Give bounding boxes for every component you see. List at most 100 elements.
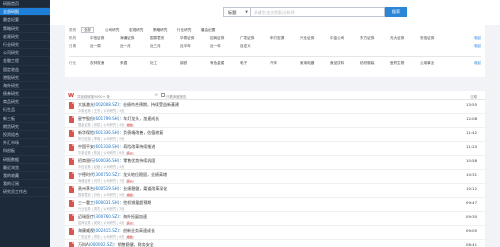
filter-chip[interactable]: 纺织服装 <box>360 61 374 66</box>
report-meta: 兴业证券 | 周杰 | 公司研究 | 3页 <box>78 206 124 211</box>
report-row[interactable]: 星宇股份(601799.SH)：车灯龙头，加速成长 国金证券 | 张斌 | 公司研… <box>65 114 485 128</box>
report-meta: 国泰君安 | 孙伟 | 公司研究 | 5页 增持 <box>78 192 134 197</box>
sidebar-item[interactable]: 港股研究 <box>0 74 50 82</box>
sidebar-item[interactable]: 外汇市场 <box>0 139 50 148</box>
filter-chip[interactable]: 全部 <box>81 27 94 33</box>
report-row[interactable]: 宁德时代(300750.SZ)：龙头地位稳固，业绩高增 海通证券 | 刘洋 | 公… <box>65 170 485 184</box>
filter-chip[interactable]: 近一月 <box>120 44 131 49</box>
sidebar-item[interactable]: 研报首页 <box>0 0 50 9</box>
filter-chip[interactable]: 化工 <box>150 61 157 66</box>
pdf-icon <box>69 214 74 221</box>
filter-chip[interactable]: 华泰证券 <box>180 36 194 41</box>
report-time: 13:55 <box>466 102 477 107</box>
report-time: 10:58 <box>466 158 477 163</box>
filter-chip[interactable]: 中金公司 <box>330 36 344 41</box>
filter-chip[interactable]: 近半年 <box>180 44 191 49</box>
filter-chip[interactable]: 近一年 <box>210 44 221 49</box>
pdf-icon <box>69 144 74 151</box>
filter-chip[interactable]: 海通证券 <box>120 36 134 41</box>
filter-chip[interactable]: 近三月 <box>150 44 161 49</box>
filter-chip[interactable]: 安信证券 <box>420 36 434 41</box>
sidebar-item[interactable]: 科创板 <box>0 147 50 156</box>
report-row[interactable]: 万科A(000002.SZ)：销售稳健，财务安全东方证券 | 冯涛 | 公司研究… <box>65 240 485 247</box>
sidebar-item[interactable]: 最近浏览 <box>0 164 50 172</box>
rating-badge: 增持 <box>125 234 134 239</box>
report-row[interactable]: 大族激光(002008.SZ)：业绩符合预期，持续受益新基建 中泰证券 | 王芳 … <box>65 100 485 114</box>
filter-row-date: 日期 近一周 近一月 近三月 近半年 近一年 自定义 收起 <box>65 42 485 51</box>
filter-chip[interactable]: 国泰君安 <box>150 36 164 41</box>
filter-chip[interactable]: 近一周 <box>90 44 101 49</box>
filter-chip[interactable]: 光大证券 <box>390 36 404 41</box>
filter-chip[interactable]: 兴业证券 <box>300 36 314 41</box>
filter-toggle-link[interactable]: 收起 <box>474 44 481 49</box>
report-row[interactable]: 贵州茅台(600519.SH)：业绩稳健，渠道改革深化 国泰君安 | 孙伟 | 公… <box>65 184 485 198</box>
company-name: 宁德时代 <box>78 171 94 177</box>
filter-chip[interactable]: 有色金属 <box>210 61 224 66</box>
sidebar-item[interactable]: 晨会纪要 <box>0 16 50 25</box>
sidebar-item[interactable]: 策略研究 <box>0 25 50 33</box>
filter-chip[interactable]: 宏观研究 <box>129 28 143 33</box>
search-input[interactable]: 关键字/全文检索/分析师 <box>251 7 385 17</box>
list-header: W 共找到研报5000+ 条 ⟳ 只看深度报告 日期 <box>65 91 485 100</box>
report-row[interactable]: 海康威视(002415.SZ)：创新业务高速成长 广发证券 | 郑凯 | 公司研究… <box>65 226 485 240</box>
filter-chip[interactable]: 食品饮料 <box>330 61 344 66</box>
filter-chip[interactable]: 医药生物 <box>390 61 404 66</box>
filter-chip[interactable]: 东方证券 <box>360 36 374 41</box>
report-row[interactable]: 迈瑞医疗(300760.SZ)：海外拓展加速 招商证券 | 吴昊 | 公司研究 |… <box>65 212 485 226</box>
filter-chip[interactable]: 钢铁 <box>180 61 187 66</box>
search-type-select[interactable]: 标题 ▼ <box>223 7 251 17</box>
report-meta-text: 海通证券 | 刘洋 | 公司研究 | 7页 <box>78 178 125 183</box>
sidebar-item[interactable]: 商品研究 <box>0 98 50 107</box>
report-headline: ：零售优势持续巩固 <box>119 157 156 163</box>
filter-chip[interactable]: 招商证券 <box>210 36 224 41</box>
report-meta-text: 华泰证券 | 陈晨 | 公司研究 | 6页 <box>78 150 125 155</box>
filter-chip[interactable]: 汽车 <box>270 61 277 66</box>
sidebar-item[interactable]: 固定收益 <box>0 66 50 74</box>
sidebar-item[interactable]: 行业研究 <box>0 41 50 50</box>
filter-chip[interactable]: 公用事业 <box>420 61 434 66</box>
deep-report-checkbox[interactable] <box>161 93 165 97</box>
pdf-icon <box>69 130 74 137</box>
report-row[interactable]: 新华保险(601336.SH)：负债端改善，估值修复 申万宏源 | 李明 | 公司… <box>65 128 485 142</box>
sidebar-item[interactable]: 债券研究 <box>0 90 50 99</box>
filter-chip[interactable]: 广发证券 <box>240 36 254 41</box>
sidebar-item[interactable]: 我的订阅 <box>0 180 50 189</box>
sidebar-item[interactable]: 期货研究 <box>0 123 50 131</box>
sidebar-item[interactable]: 海外研究 <box>0 82 50 91</box>
report-row[interactable]: 招商银行(600036.SH)：零售优势持续巩固 中信证券 | 赵磊 | 公司研究… <box>65 156 485 170</box>
filter-chip[interactable]: 公司研究 <box>105 28 119 33</box>
sidebar-item[interactable]: 衍生品 <box>0 106 50 115</box>
sidebar-item[interactable]: 公司研究 <box>0 49 50 58</box>
filter-chip[interactable]: 自定义 <box>240 44 251 49</box>
search-button[interactable]: 搜索 <box>385 7 407 17</box>
sidebar-item[interactable]: 新三板 <box>0 115 50 123</box>
filter-toggle-link[interactable]: 收起 <box>474 36 481 41</box>
filter-chip[interactable]: 晨会纪要 <box>201 28 215 33</box>
refresh-icon[interactable]: ⟳ <box>155 93 158 97</box>
report-time: 10:12 <box>466 186 477 191</box>
company-name: 三一重工 <box>78 199 94 205</box>
filter-chip[interactable]: 采掘 <box>120 61 127 66</box>
filter-chip[interactable]: 家用电器 <box>300 61 314 66</box>
filter-chip[interactable]: 申万宏源 <box>270 36 284 41</box>
report-title[interactable]: 万科A(000002.SZ)：销售稳健，财务安全 <box>78 242 154 247</box>
filter-chip[interactable]: 农林牧渔 <box>90 61 104 66</box>
filter-chip[interactable]: 中信证券 <box>90 36 104 41</box>
sidebar-item[interactable]: 我的收藏 <box>0 172 50 181</box>
company-name: 万科A <box>78 241 89 247</box>
rating-badge: 增持 <box>125 122 134 127</box>
sidebar-item[interactable]: 研究员工作台 <box>0 188 50 197</box>
sidebar-item[interactable]: 金融工程 <box>0 57 50 66</box>
filter-toggle-link[interactable]: 收起 <box>474 61 481 66</box>
filter-chip[interactable]: 策略研究 <box>153 28 167 33</box>
pdf-icon <box>69 228 74 235</box>
sidebar-item[interactable]: 宏观研究 <box>0 33 50 41</box>
sidebar-item[interactable]: 研报数据 <box>0 156 50 164</box>
filter-chip[interactable]: 电子 <box>240 61 247 66</box>
report-row[interactable]: 中国平安(601318.SH)：寿险改革持续推进 华泰证券 | 陈晨 | 公司研究… <box>65 142 485 156</box>
sidebar-item[interactable]: 全部研报 <box>0 8 50 17</box>
sidebar-item[interactable]: 投资组合 <box>0 131 50 140</box>
report-headline: ：龙头地位稳固，业绩高增 <box>118 171 167 177</box>
filter-chip[interactable]: 行业研究 <box>177 28 191 33</box>
report-row[interactable]: 三一重工(600031.SH)：挖机销量超预期 兴业证券 | 周杰 | 公司研究 … <box>65 198 485 212</box>
